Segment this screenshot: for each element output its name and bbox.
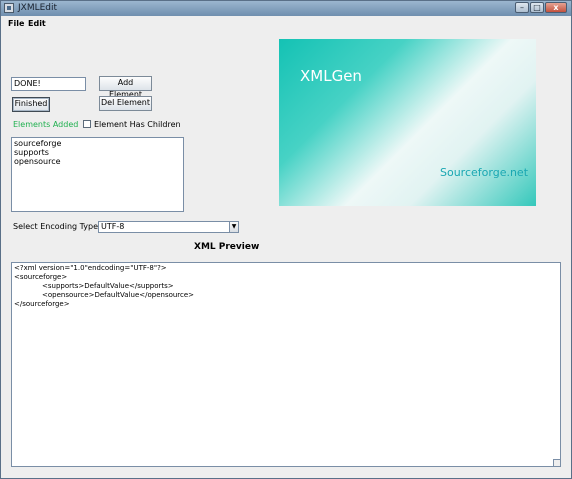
has-children-label[interactable]: Element Has Children: [94, 120, 181, 129]
menu-bar: File Edit: [1, 17, 571, 31]
banner-title: XMLGen: [300, 67, 362, 85]
xml-preview-area[interactable]: <?xml version="1.0"endcoding="UTF-8"?> <…: [11, 262, 561, 467]
element-name-input[interactable]: DONE!: [11, 77, 86, 91]
add-element-button[interactable]: Add Element: [99, 76, 152, 99]
xml-line: <supports>DefaultValue</supports>: [42, 282, 174, 290]
list-item[interactable]: supports: [14, 148, 181, 157]
encoding-label: Select Encoding Type: [13, 222, 99, 231]
xml-preview-title: XML Preview: [194, 242, 260, 252]
del-element-button[interactable]: Del Element: [99, 96, 152, 111]
xmlgen-logo-banner: XMLGen Sourceforge.net: [279, 39, 536, 206]
xml-line: <opensource>DefaultValue</opensource>: [42, 291, 195, 299]
app-window: JXMLEdit – □ x File Edit DONE! Add Eleme…: [0, 0, 572, 479]
xml-line: <sourceforge>: [14, 273, 68, 281]
menu-file[interactable]: File: [8, 19, 24, 28]
title-bar[interactable]: JXMLEdit – □ x: [1, 1, 571, 16]
finished-button[interactable]: Finished: [12, 97, 50, 112]
list-item[interactable]: sourceforge: [14, 139, 181, 148]
xml-line: <?xml version="1.0"endcoding="UTF-8"?>: [14, 264, 167, 272]
maximize-button[interactable]: □: [530, 2, 544, 13]
chevron-down-icon[interactable]: ▼: [229, 222, 238, 232]
encoding-select[interactable]: UTF-8 ▼: [98, 221, 239, 233]
banner-subtitle: Sourceforge.net: [440, 166, 529, 179]
minimize-button[interactable]: –: [515, 2, 529, 13]
element-list[interactable]: sourceforge supports opensource: [11, 137, 184, 212]
close-button[interactable]: x: [545, 2, 567, 13]
xml-line: </sourceforge>: [14, 300, 70, 308]
resize-grip[interactable]: [553, 459, 561, 467]
list-item[interactable]: opensource: [14, 157, 181, 166]
has-children-checkbox[interactable]: [83, 120, 91, 128]
menu-edit[interactable]: Edit: [28, 19, 46, 28]
app-icon: [4, 3, 14, 13]
window-title: JXMLEdit: [18, 3, 58, 13]
status-label: Elements Added: [13, 120, 79, 129]
encoding-selected-value: UTF-8: [101, 222, 125, 231]
